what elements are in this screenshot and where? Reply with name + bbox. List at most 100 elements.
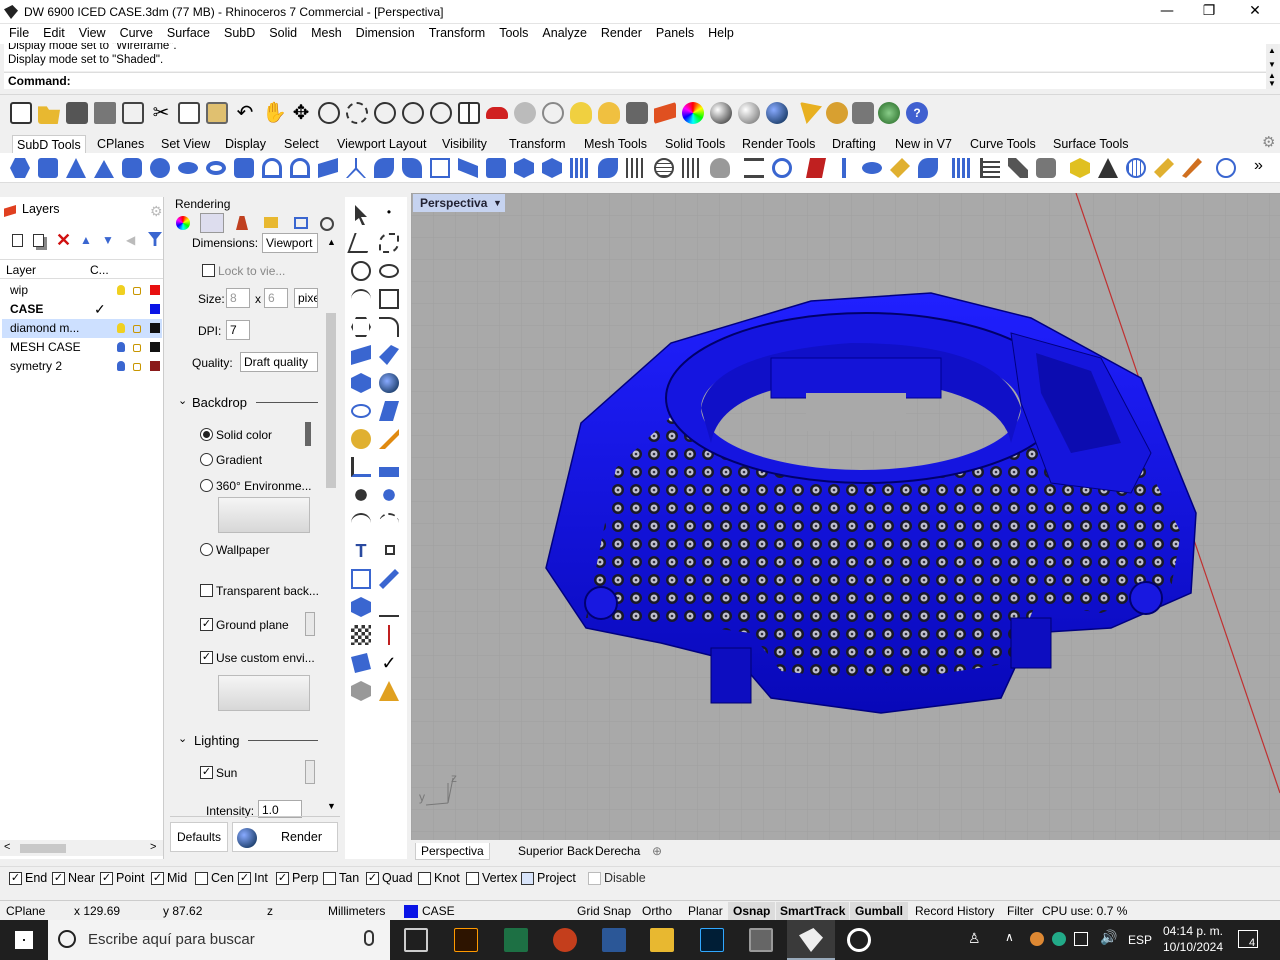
options-gear-icon[interactable]: [826, 102, 848, 124]
word-app-icon[interactable]: [602, 928, 626, 952]
people-icon[interactable]: ♙: [968, 930, 981, 947]
layers-tab[interactable]: Layers: [22, 202, 60, 216]
menu-transform[interactable]: Transform: [422, 24, 493, 44]
osnap-checkbox[interactable]: ✓: [366, 872, 379, 885]
subd-paint-icon[interactable]: [1182, 158, 1202, 178]
command-prompt[interactable]: Command:: [4, 72, 1266, 89]
new-sublayer-icon[interactable]: [33, 234, 44, 247]
filter-toggle[interactable]: Filter: [1007, 904, 1034, 918]
menu-file[interactable]: File: [2, 24, 36, 44]
environment-thumbnail[interactable]: [218, 497, 310, 533]
layer-row[interactable]: MESH CASE: [2, 338, 162, 357]
subd-sweep2-icon[interactable]: [402, 158, 422, 178]
scroll-left-icon[interactable]: <: [4, 841, 10, 853]
size-unit-select[interactable]: pixe: [294, 288, 318, 308]
light-bulb-off-icon[interactable]: [117, 342, 125, 352]
units-indicator[interactable]: Millimeters: [328, 904, 385, 918]
filter-icon[interactable]: [148, 232, 162, 246]
subd-list-icon[interactable]: [980, 158, 1000, 178]
subd-icon[interactable]: [10, 158, 30, 178]
menu-help[interactable]: Help: [701, 24, 741, 44]
scroll-down-icon[interactable]: ▼: [327, 801, 336, 811]
tab-curve-tools[interactable]: Curve Tools: [966, 135, 1040, 153]
ellipse-icon[interactable]: [379, 264, 399, 278]
clock-date[interactable]: 10/10/2024: [1162, 940, 1224, 954]
menu-mesh[interactable]: Mesh: [304, 24, 349, 44]
boolean-union-icon[interactable]: [351, 485, 371, 505]
clock-icon[interactable]: [542, 102, 564, 124]
solid-sphere-icon[interactable]: [379, 373, 399, 393]
tab-display[interactable]: Display: [221, 135, 270, 153]
menu-dimension[interactable]: Dimension: [349, 24, 422, 44]
rhino-taskbar-active[interactable]: [787, 920, 835, 960]
tab-render-tools[interactable]: Render Tools: [738, 135, 819, 153]
subd-tools-icon[interactable]: [1008, 158, 1028, 178]
osnap-checkbox[interactable]: ✓: [276, 872, 289, 885]
subd-loft-icon[interactable]: [318, 158, 338, 178]
layer-color-swatch[interactable]: [150, 361, 160, 371]
osnap-checkbox[interactable]: ✓: [151, 872, 164, 885]
current-layer-name[interactable]: CASE: [422, 904, 455, 918]
chrome-sphere-icon[interactable]: [738, 102, 760, 124]
calculator-app-icon[interactable]: [749, 928, 773, 952]
array-icon[interactable]: [351, 625, 371, 645]
scroll-up-icon[interactable]: ▲: [327, 237, 336, 247]
subd-pinch-icon[interactable]: [1098, 158, 1118, 178]
color-wheel-icon[interactable]: [682, 102, 704, 124]
backdrop-section-header[interactable]: Backdrop: [192, 395, 247, 410]
viewport-title-tab[interactable]: Perspectiva ▼: [413, 194, 505, 212]
dimension-aligned-icon[interactable]: [379, 457, 399, 477]
osnap-perp[interactable]: ✓ Perp: [276, 871, 318, 885]
subd-sphere-grid-icon[interactable]: [1126, 158, 1146, 178]
subd-faces-icon[interactable]: [682, 158, 702, 178]
sun-checkbox[interactable]: ✓: [200, 766, 213, 779]
zoom-window-icon[interactable]: [346, 102, 368, 124]
light-icon[interactable]: [800, 102, 822, 124]
subd-sweep-icon[interactable]: [374, 158, 394, 178]
tray-app-icon[interactable]: [1030, 932, 1044, 946]
tab-superior[interactable]: Superior: [513, 843, 568, 859]
subd-sphere-icon[interactable]: [150, 158, 170, 178]
point-icon[interactable]: •: [379, 205, 399, 225]
light-bulb-icon[interactable]: [117, 323, 125, 333]
photoshop-app-icon[interactable]: [700, 928, 724, 952]
planar-toggle[interactable]: Planar: [688, 904, 723, 918]
current-column-header[interactable]: C...: [90, 263, 109, 277]
subd-edge-icon[interactable]: [842, 158, 846, 178]
current-layer-swatch[interactable]: [404, 905, 418, 918]
car-icon[interactable]: [486, 107, 508, 119]
material-sphere-icon[interactable]: [710, 102, 732, 124]
pan-hand-icon[interactable]: ✋: [262, 102, 287, 124]
subd-ellipsoid-icon[interactable]: [178, 162, 198, 174]
network-icon[interactable]: [1074, 932, 1088, 946]
open-folder-icon[interactable]: [38, 106, 60, 124]
tab-cplanes[interactable]: CPlanes: [93, 135, 148, 153]
subd-brush-icon[interactable]: [1154, 158, 1174, 178]
osnap-point[interactable]: ✓ Point: [100, 871, 145, 885]
clock-time[interactable]: 04:14 p. m.: [1162, 924, 1224, 938]
split-icon[interactable]: [379, 513, 399, 533]
mirror-icon[interactable]: [388, 625, 390, 645]
tab-select[interactable]: Select: [280, 135, 323, 153]
add-viewport-tab-icon[interactable]: ⊕: [647, 843, 667, 859]
save-icon[interactable]: [66, 102, 88, 124]
text-tool-icon[interactable]: T: [351, 541, 371, 561]
osnap-checkbox[interactable]: ✓: [9, 872, 22, 885]
use-custom-environment-checkbox[interactable]: ✓: [200, 651, 213, 664]
osnap-checkbox[interactable]: [588, 872, 601, 885]
lock-icon[interactable]: [626, 102, 648, 124]
ortho-toggle[interactable]: Ortho: [642, 904, 672, 918]
unlock-icon[interactable]: [133, 325, 141, 333]
layer-row-selected[interactable]: diamond m...: [2, 319, 162, 338]
menu-analyze[interactable]: Analyze: [535, 24, 593, 44]
minimize-button[interactable]: —: [1144, 0, 1190, 24]
subd-mesh-icon[interactable]: [570, 158, 590, 178]
trim-icon[interactable]: [351, 513, 371, 533]
check-icon[interactable]: ✓: [379, 653, 399, 673]
surface-edge-icon[interactable]: [379, 345, 399, 365]
new-file-icon[interactable]: [10, 102, 32, 124]
tab-set-view[interactable]: Set View: [157, 135, 214, 153]
close-button[interactable]: ✕: [1232, 0, 1278, 24]
arc-icon[interactable]: [351, 289, 371, 309]
select-arrow-icon[interactable]: [355, 205, 367, 225]
